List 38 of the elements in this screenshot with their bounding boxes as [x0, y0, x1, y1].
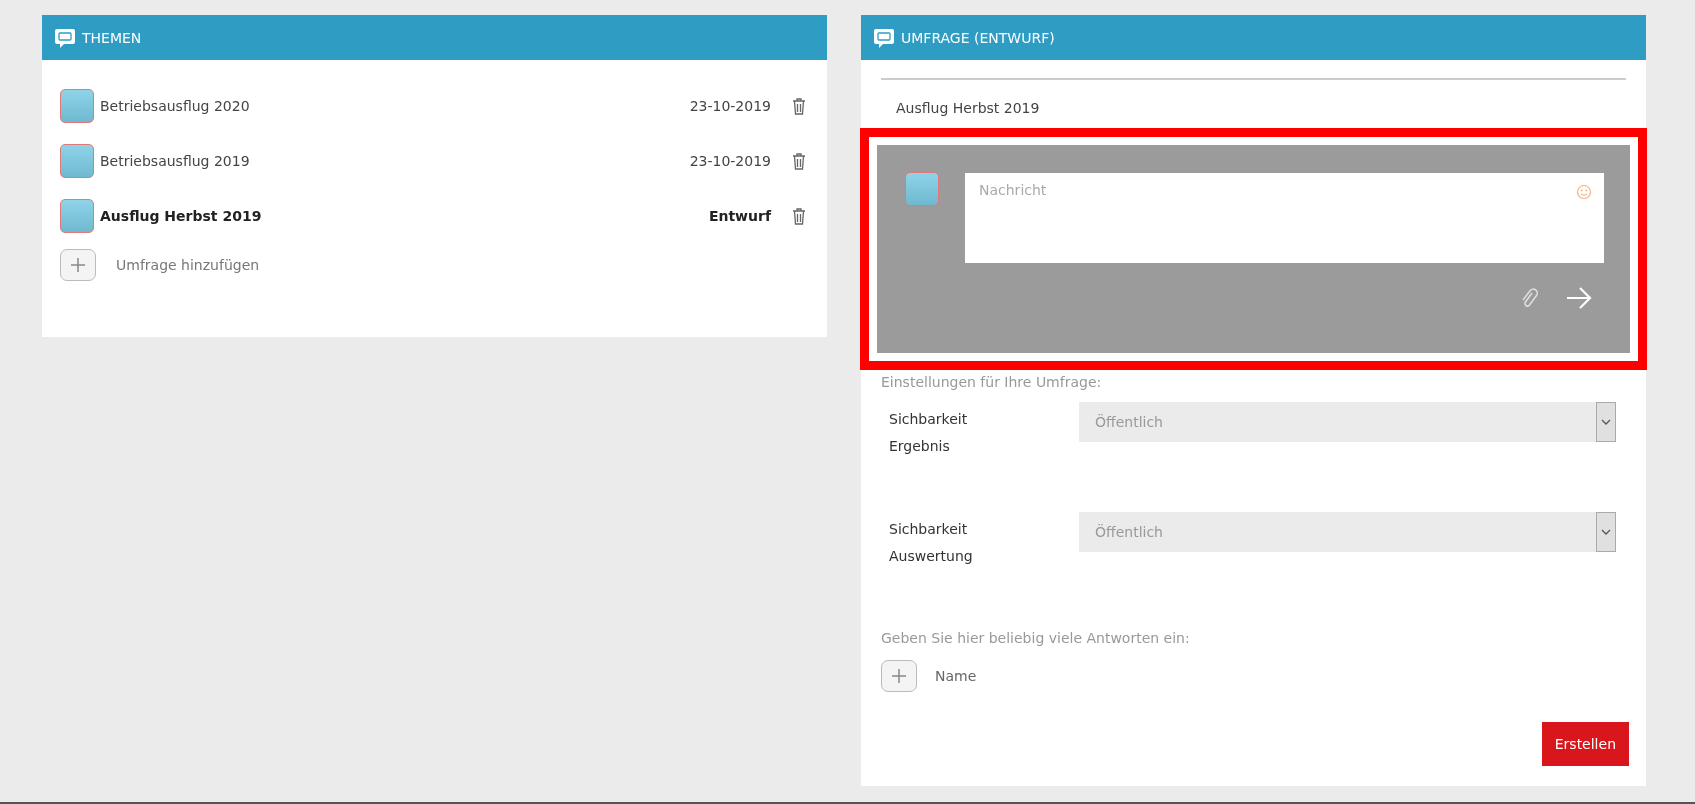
create-button[interactable]: Erstellen — [1541, 722, 1629, 766]
chevron-down-icon — [1601, 419, 1611, 425]
message-field[interactable]: Nachricht — [965, 173, 1604, 263]
smiley-icon[interactable] — [1576, 184, 1592, 200]
answers-heading: Geben Sie hier beliebig viele Antworten ein: — [881, 630, 1191, 646]
trash-icon[interactable] — [791, 207, 807, 225]
chevron-down-icon — [1601, 529, 1611, 535]
topic-title: Betriebsausflug 2019 — [100, 153, 251, 169]
topic-item[interactable]: Ausflug Herbst 2019 Entwurf — [60, 198, 807, 234]
avatar-placeholder — [60, 144, 94, 178]
plus-icon — [69, 256, 87, 274]
topic-item[interactable]: Betriebsausflug 2020 23-10-2019 — [60, 88, 807, 124]
plus-icon — [890, 667, 908, 685]
chat-bubble-icon — [54, 26, 76, 49]
settings-heading: Einstellungen für Ihre Umfrage: — [881, 374, 1103, 390]
panel-title: UMFRAGE (ENTWURF) — [901, 29, 1055, 46]
topic-meta: Entwurf — [708, 208, 771, 224]
add-button[interactable] — [881, 660, 917, 692]
topic-meta: 23-10-2019 — [689, 98, 771, 114]
avatar-placeholder — [905, 172, 939, 206]
panel-title: THEMEN — [82, 29, 142, 46]
topic-meta: 23-10-2019 — [689, 153, 771, 169]
avatar-placeholder — [60, 199, 94, 233]
survey-topic: Ausflug Herbst 2019 — [895, 99, 1041, 118]
paperclip-icon[interactable] — [1520, 287, 1538, 309]
answer-name-label: Name — [935, 668, 977, 684]
setting-label: Sichbarkeit Auswertung — [889, 520, 974, 566]
setting-label: Sichbarkeit Ergebnis — [889, 410, 969, 456]
add-survey-label: Umfrage hinzufügen — [116, 257, 260, 273]
send-arrow-icon[interactable] — [1566, 287, 1592, 309]
topic-title: Ausflug Herbst 2019 — [100, 208, 263, 224]
topic-item[interactable]: Betriebsausflug 2019 23-10-2019 — [60, 143, 807, 179]
add-button[interactable] — [60, 249, 96, 281]
avatar-placeholder — [60, 89, 94, 123]
topic-title: Betriebsausflug 2020 — [100, 98, 251, 114]
chat-bubble-icon — [873, 26, 895, 49]
trash-icon[interactable] — [791, 97, 807, 115]
trash-icon[interactable] — [791, 152, 807, 170]
